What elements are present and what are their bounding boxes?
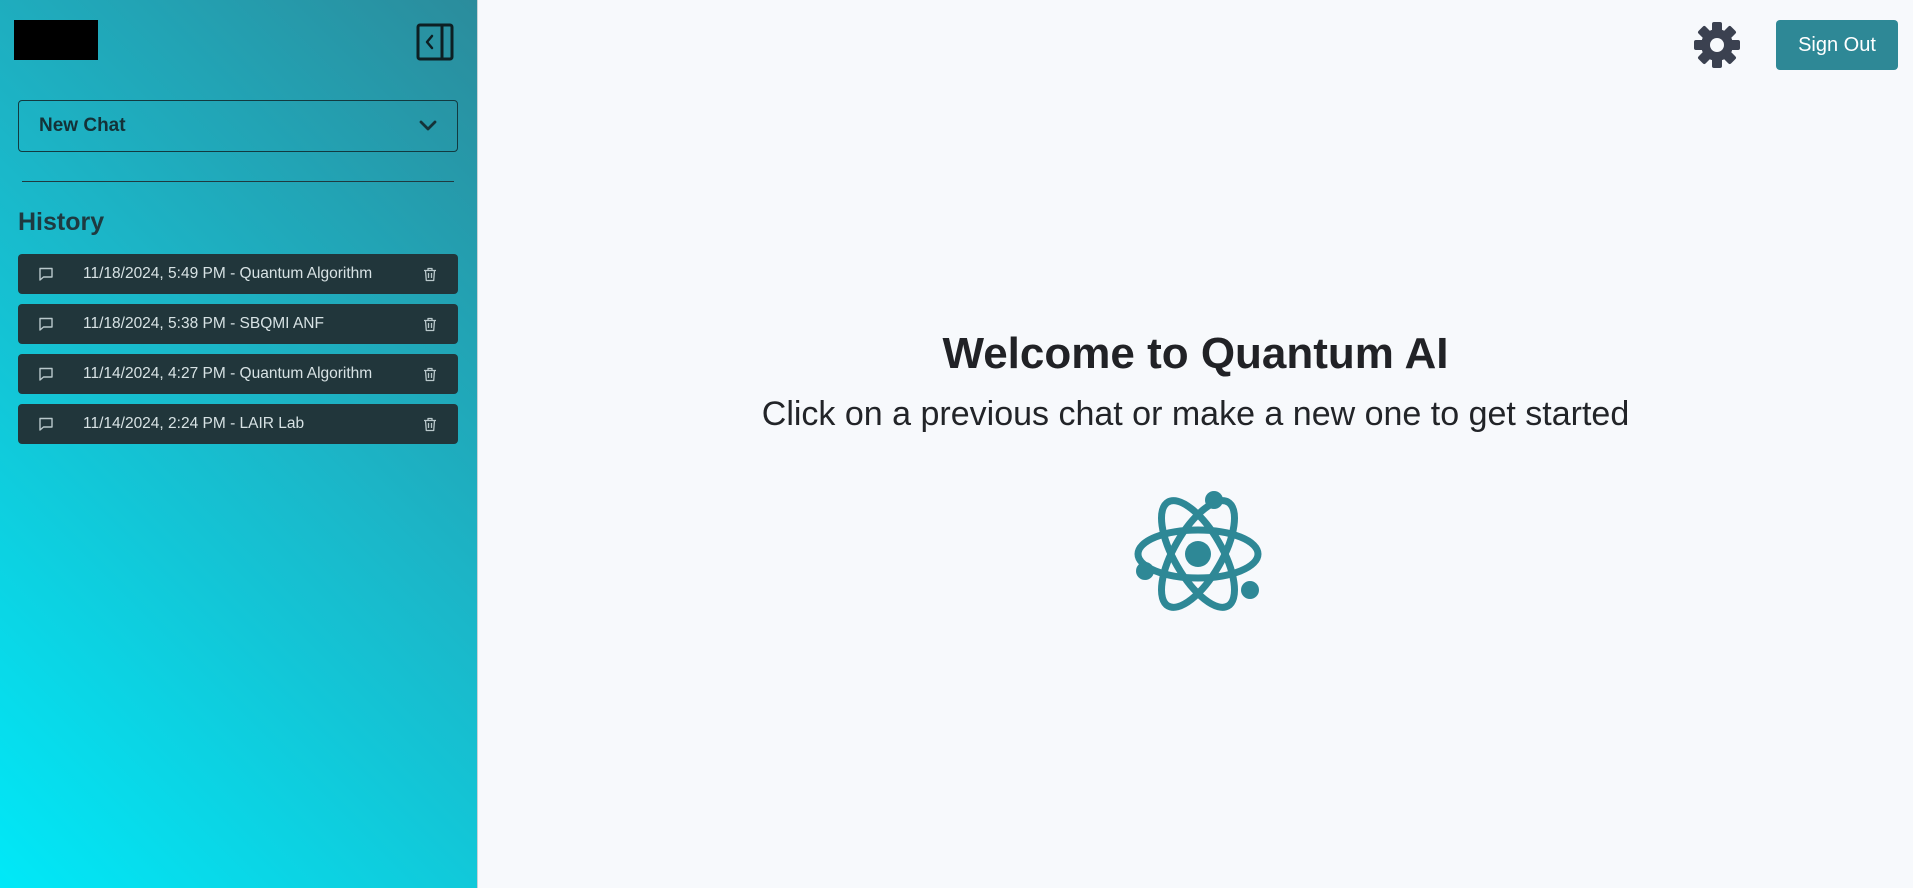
logo [14,20,98,60]
history-item-label: 11/14/2024, 2:24 PM - LAIR Lab [83,415,305,432]
history-item[interactable]: 11/14/2024, 4:27 PM - Quantum Algorithm [18,354,458,394]
delete-chat-icon[interactable] [420,264,440,284]
sidebar: New Chat History 11/18/2024, 5:49 PM - Q… [0,0,478,888]
chat-bubble-icon [36,264,56,284]
chat-bubble-icon [36,364,56,384]
delete-chat-icon[interactable] [420,314,440,334]
history-list: 11/18/2024, 5:49 PM - Quantum Algorithm … [18,254,458,454]
delete-chat-icon[interactable] [420,414,440,434]
new-chat-dropdown[interactable]: New Chat [18,100,458,152]
history-item-label: 11/14/2024, 4:27 PM - Quantum Algorithm [83,365,373,382]
chat-bubble-icon [36,314,56,334]
history-item[interactable]: 11/14/2024, 2:24 PM - LAIR Lab [18,404,458,444]
history-item-label: 11/18/2024, 5:49 PM - Quantum Algorithm [83,265,373,282]
welcome-subtitle: Click on a previous chat or make a new o… [761,395,1630,433]
settings-button[interactable] [1691,19,1743,71]
chat-bubble-icon [36,414,56,434]
atom-icon [1134,491,1262,611]
sidebar-divider [22,181,454,182]
welcome-section: Welcome to Quantum AI Click on a previou… [478,322,1913,438]
app-window: New Chat History 11/18/2024, 5:49 PM - Q… [0,0,1913,888]
page-title: Welcome to Quantum AI [942,329,1449,378]
chevron-down-icon [419,120,437,131]
history-heading: History [18,208,105,236]
delete-chat-icon[interactable] [420,364,440,384]
history-item-label: 11/18/2024, 5:38 PM - SBQMI ANF [83,315,324,332]
sidebar-collapse-icon [416,23,454,61]
history-item[interactable]: 11/18/2024, 5:49 PM - Quantum Algorithm [18,254,458,294]
new-chat-label: New Chat [39,115,126,136]
history-item[interactable]: 11/18/2024, 5:38 PM - SBQMI ANF [18,304,458,344]
gear-icon [1694,22,1740,68]
sign-out-button[interactable]: Sign Out [1776,20,1898,70]
collapse-sidebar-button[interactable] [416,23,454,61]
